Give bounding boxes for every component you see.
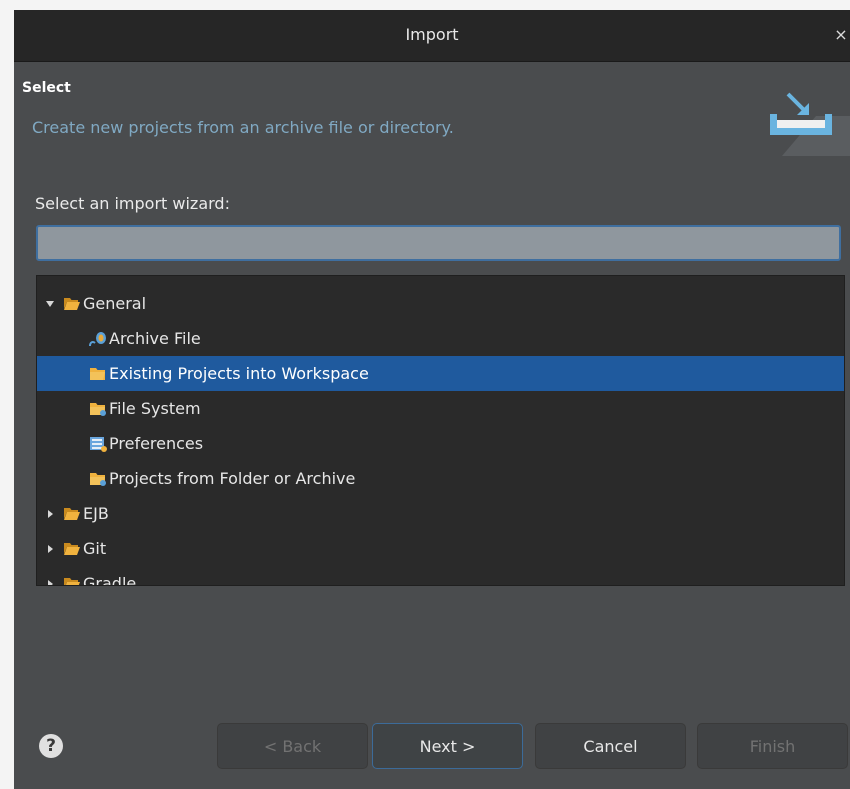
folder-icon [64,508,80,520]
chevron-right-icon[interactable] [45,579,55,587]
tree-item-label: EJB [83,504,109,523]
tree-item-label: Projects from Folder or Archive [109,469,356,488]
tree-item-label: Git [83,539,107,558]
projects-folder-icon [90,472,106,486]
chevron-down-icon[interactable] [45,299,55,309]
back-button[interactable]: < Back [217,723,368,769]
tree-item-label: Existing Projects into Workspace [109,364,369,383]
folder-open-icon [64,298,80,310]
title-bar[interactable]: Import × [14,10,850,62]
archive-file-icon [89,331,106,346]
tree-item-file-system[interactable]: File System [37,391,844,426]
close-icon[interactable]: × [834,10,848,61]
folder-icon [64,543,80,555]
tree-folder-git[interactable]: Git [37,531,844,566]
preferences-icon [90,436,107,452]
wizard-header: Select Create new projects from an archi… [14,62,850,170]
tree-item-label: File System [109,399,201,418]
tree-item-existing-projects[interactable]: Existing Projects into Workspace [37,356,844,391]
chevron-right-icon[interactable] [45,509,55,519]
folder-icon [64,578,80,585]
tree-item-projects-from-folder[interactable]: Projects from Folder or Archive [37,461,844,496]
file-system-icon [90,402,106,416]
tree-folder-general[interactable]: General [37,286,844,321]
wizard-prompt-label: Select an import wizard: [35,194,230,213]
import-dialog: Import × Select Create new projects from… [14,10,850,789]
button-bar: ? < Back Next > Cancel Finish [14,710,850,789]
help-icon[interactable]: ? [39,734,63,758]
tree-item-label: Preferences [109,434,204,453]
existing-projects-icon [90,367,105,380]
chevron-right-icon[interactable] [45,544,55,554]
wizard-filter-input[interactable] [36,225,841,261]
section-title: Select [22,80,71,96]
wizard-description: Create new projects from an archive file… [32,118,454,137]
dialog-title: Import [405,25,459,44]
tree-folder-gradle[interactable]: Gradle [37,566,844,587]
tree-item-label: Archive File [109,329,201,348]
tree-folder-ejb[interactable]: EJB [37,496,844,531]
cancel-button[interactable]: Cancel [535,723,686,769]
tree-item-label: General [83,294,147,313]
tree-item-preferences[interactable]: Preferences [37,426,844,461]
wizard-tree[interactable]: General Archive File Existing Projects i… [36,275,845,586]
finish-button[interactable]: Finish [697,723,848,769]
next-button[interactable]: Next > [372,723,523,769]
import-wizard-icon [770,92,850,156]
tree-item-archive-file[interactable]: Archive File [37,321,844,356]
tree-item-label: Gradle [83,574,137,586]
